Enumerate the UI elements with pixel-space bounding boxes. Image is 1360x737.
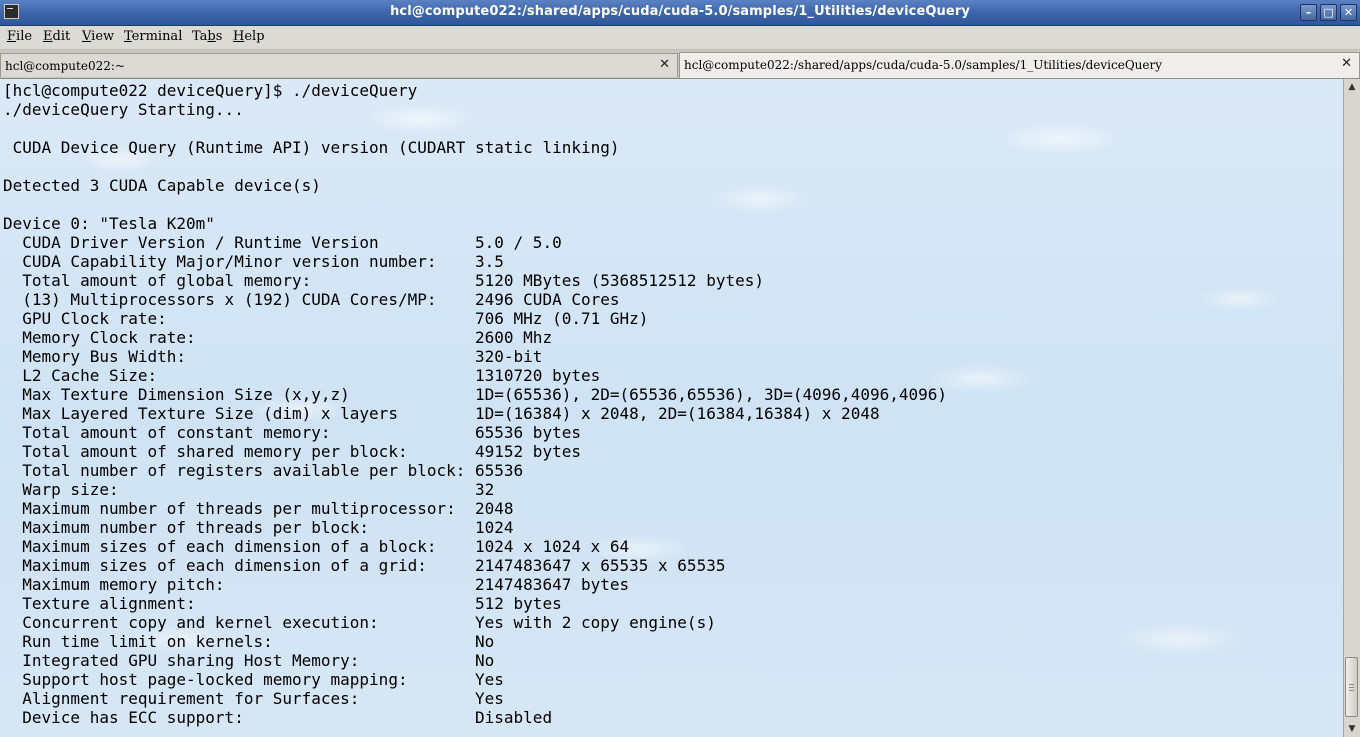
terminal-line: Maximum number of threads per multiproce… [3,499,514,518]
terminal-line: Alignment requirement for Surfaces: Yes [3,689,504,708]
terminal-line: L2 Cache Size: 1310720 bytes [3,366,601,385]
terminal-line: Concurrent copy and kernel execution: Ye… [3,613,716,632]
terminal-line: Device has ECC support: Disabled [3,708,553,727]
terminal-line: Total amount of global memory: 5120 MByt… [3,271,764,290]
terminal-line: Max Layered Texture Size (dim) x layers … [3,404,880,423]
terminal-line: Run time limit on kernels: No [3,632,495,651]
minimize-button[interactable]: – [1300,4,1317,21]
maximize-button[interactable]: □ [1320,4,1337,21]
menu-help[interactable]: Help [233,29,265,44]
vertical-scrollbar[interactable]: ▲ ▼ [1343,79,1360,737]
menu-view[interactable]: View [82,29,114,44]
terminal-output-area[interactable]: [hcl@compute022 deviceQuery]$ ./deviceQu… [0,79,1343,737]
terminal-line: Total amount of shared memory per block:… [3,442,581,461]
terminal-line: Max Texture Dimension Size (x,y,z) 1D=(6… [3,385,948,404]
tab-label: hcl@compute022:~ [5,59,125,73]
terminal-line: Total amount of constant memory: 65536 b… [3,423,581,442]
terminal-line: Warp size: 32 [3,480,495,499]
terminal-line: Total number of registers available per … [3,461,524,480]
menu-edit[interactable]: Edit [43,29,70,44]
terminal-line: CUDA Device Query (Runtime API) version … [3,138,620,157]
terminal-line: Memory Bus Width: 320-bit [3,347,543,366]
terminal-line: CUDA Driver Version / Runtime Version 5.… [3,233,562,252]
terminal-window: hcl@compute022:/shared/apps/cuda/cuda-5.… [0,0,1360,737]
scrollbar-thumb[interactable] [1345,657,1358,717]
terminal-line: Maximum memory pitch: 2147483647 bytes [3,575,630,594]
terminal-line: Maximum sizes of each dimension of a gri… [3,556,726,575]
close-window-button[interactable]: ✕ [1340,4,1357,21]
terminal-line: Support host page-locked memory mapping:… [3,670,504,689]
terminal-line: (13) Multiprocessors x (192) CUDA Cores/… [3,290,620,309]
terminal-line: [hcl@compute022 deviceQuery]$ ./deviceQu… [3,81,418,100]
menu-tabs[interactable]: Tabs [192,29,222,44]
close-tab-icon[interactable]: ✕ [1341,56,1352,71]
tab-home[interactable]: hcl@compute022:~ ✕ [0,53,678,77]
scroll-down-icon[interactable]: ▼ [1344,721,1360,737]
terminal-line: Memory Clock rate: 2600 Mhz [3,328,553,347]
terminal-line: Maximum number of threads per block: 102… [3,518,514,537]
terminal-line: Device 0: "Tesla K20m" [3,214,215,233]
terminal-line: GPU Clock rate: 706 MHz (0.71 GHz) [3,309,649,328]
tab-bar: hcl@compute022:~ ✕ hcl@compute022:/share… [0,50,1360,79]
terminal-line: Maximum sizes of each dimension of a blo… [3,537,630,556]
terminal-line: CUDA Capability Major/Minor version numb… [3,252,504,271]
window-title: hcl@compute022:/shared/apps/cuda/cuda-5.… [390,4,970,19]
scroll-up-icon[interactable]: ▲ [1344,79,1360,95]
terminal-line: Texture alignment: 512 bytes [3,594,562,613]
terminal-text: [hcl@compute022 deviceQuery]$ ./deviceQu… [3,81,947,727]
terminal-line: Detected 3 CUDA Capable device(s) [3,176,321,195]
menu-file[interactable]: File [7,29,32,44]
terminal-line: ./deviceQuery Starting... [3,100,244,119]
menu-bar: File Edit View Terminal Tabs Help [0,26,1360,50]
tab-devicequery[interactable]: hcl@compute022:/shared/apps/cuda/cuda-5.… [679,52,1360,78]
tab-label: hcl@compute022:/shared/apps/cuda/cuda-5.… [684,58,1163,72]
terminal-line: Integrated GPU sharing Host Memory: No [3,651,495,670]
menu-terminal[interactable]: Terminal [124,29,182,44]
title-bar[interactable]: hcl@compute022:/shared/apps/cuda/cuda-5.… [0,0,1360,26]
close-tab-icon[interactable]: ✕ [659,57,670,72]
